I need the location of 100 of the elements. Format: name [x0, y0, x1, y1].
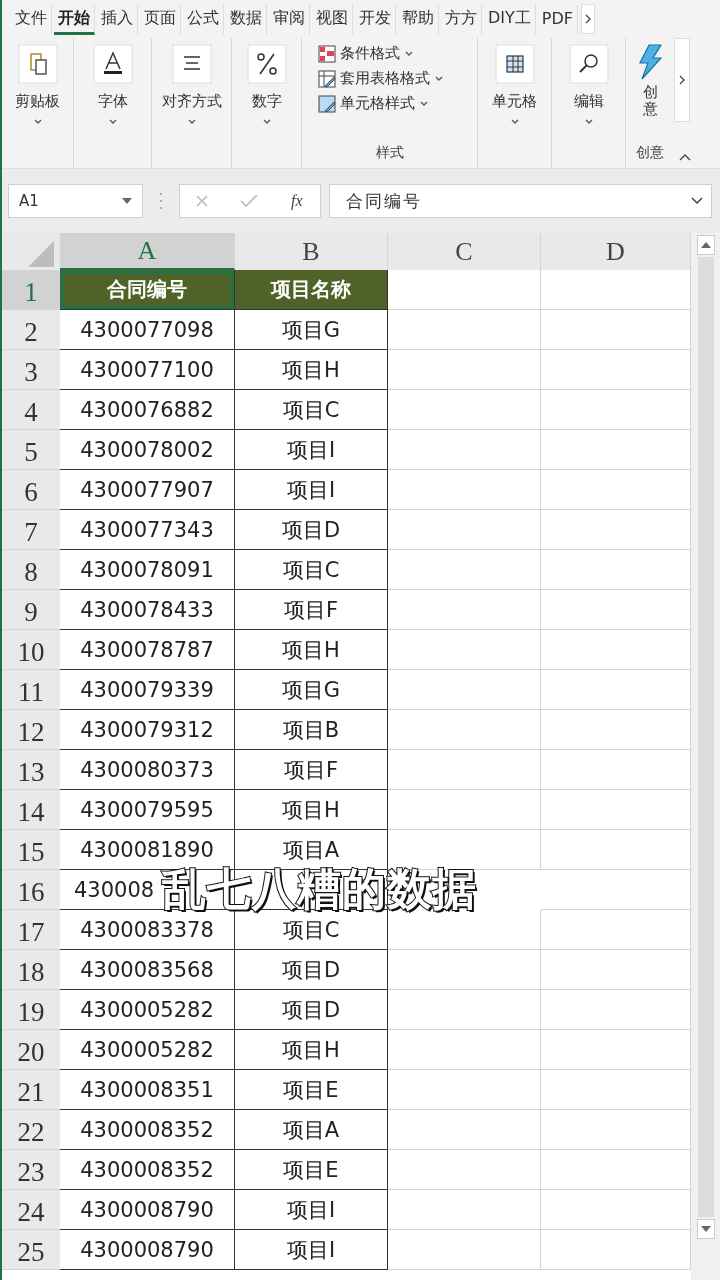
- ribbon-menu-button[interactable]: 单元格样式: [318, 94, 429, 113]
- ribbon-button[interactable]: 数字: [246, 44, 287, 125]
- row-header[interactable]: 13: [2, 750, 60, 790]
- row-header[interactable]: 5: [2, 430, 60, 470]
- table-cell: 4300077098: [60, 310, 235, 350]
- row-header[interactable]: 10: [2, 630, 60, 670]
- row-header[interactable]: 19: [2, 990, 60, 1030]
- search-icon: [568, 44, 609, 84]
- row-header[interactable]: 12: [2, 710, 60, 750]
- table-cell: 4300078091: [60, 550, 235, 590]
- ribbon-button[interactable]: 剪贴板: [15, 44, 60, 125]
- row-header[interactable]: 25: [2, 1230, 60, 1270]
- caret-icon: [404, 50, 414, 57]
- table-cell: 项目H: [235, 790, 388, 830]
- row-header[interactable]: 9: [2, 590, 60, 630]
- table-cell: 4300078433: [60, 590, 235, 630]
- table-cell: 项目I: [235, 470, 388, 510]
- table-cell: 合同编号: [60, 270, 235, 310]
- table-cell: 4300008352: [60, 1110, 235, 1150]
- scroll-up-icon[interactable]: [696, 235, 715, 255]
- scroll-down-icon[interactable]: [696, 1219, 715, 1239]
- row-header[interactable]: 24: [2, 1190, 60, 1230]
- font-icon: [92, 44, 133, 84]
- row-header[interactable]: 16: [2, 870, 60, 910]
- ribbon-tab[interactable]: 帮助: [398, 3, 439, 35]
- row-header[interactable]: 15: [2, 830, 60, 870]
- column-header[interactable]: A: [60, 233, 235, 270]
- table-cell: 项目B: [235, 710, 388, 750]
- caret-icon: [583, 117, 594, 125]
- table-cell: 项目H: [235, 1030, 388, 1070]
- name-box[interactable]: A1: [8, 184, 143, 218]
- table-cell: 项目H: [235, 630, 388, 670]
- collapse-ribbon-icon[interactable]: [678, 152, 692, 162]
- ribbon-tab[interactable]: 审阅: [269, 3, 310, 35]
- ribbon-tab[interactable]: 文件: [11, 3, 52, 35]
- ribbon-tab[interactable]: PDF: [537, 4, 578, 34]
- row-header[interactable]: 2: [2, 310, 60, 350]
- group-label: 样式: [375, 144, 404, 162]
- row-header[interactable]: 14: [2, 790, 60, 830]
- table-cell: 4300008351: [60, 1070, 235, 1110]
- table-cell: 项目D: [235, 990, 388, 1030]
- ribbon-tab[interactable]: DIY工: [484, 3, 536, 35]
- table-cell: 4300079595: [60, 790, 235, 830]
- ribbon-button[interactable]: 编辑: [568, 44, 609, 125]
- cancel-icon[interactable]: [195, 194, 210, 208]
- row-header[interactable]: 4: [2, 390, 60, 430]
- ribbon-menu-button[interactable]: 套用表格格式: [318, 69, 444, 88]
- ribbon-tab[interactable]: 公式: [183, 3, 224, 35]
- table-cell: 项目C: [235, 550, 388, 590]
- table-cell: 4300078787: [60, 630, 235, 670]
- row-header[interactable]: 7: [2, 510, 60, 550]
- row-header[interactable]: 21: [2, 1070, 60, 1110]
- table-cell: 项目I: [235, 1190, 388, 1230]
- row-header[interactable]: 3: [2, 350, 60, 390]
- table-cell: 项目C: [235, 390, 388, 430]
- row-header[interactable]: 20: [2, 1030, 60, 1070]
- row-header[interactable]: 22: [2, 1110, 60, 1150]
- column-header[interactable]: C: [388, 233, 541, 270]
- row-header[interactable]: 23: [2, 1150, 60, 1190]
- scroll-right-icon[interactable]: [581, 4, 595, 34]
- check-icon[interactable]: [240, 194, 259, 208]
- row-header[interactable]: 11: [2, 670, 60, 710]
- align-icon: [171, 44, 212, 84]
- table-cell: 4300078002: [60, 430, 235, 470]
- ribbon-button[interactable]: 字体: [92, 44, 133, 125]
- table-icon: [494, 44, 535, 84]
- table-cell: 项目E: [235, 1150, 388, 1190]
- table-cell: 4300077100: [60, 350, 235, 390]
- caret-icon: [186, 117, 197, 125]
- ribbon-menu-button[interactable]: 条件格式: [318, 44, 414, 63]
- scroll-right-icon[interactable]: [674, 38, 690, 122]
- ribbon-tab[interactable]: 开始: [54, 3, 95, 35]
- row-header[interactable]: 6: [2, 470, 60, 510]
- table-cell: 4300005282: [60, 990, 235, 1030]
- ribbon-tab[interactable]: 视图: [312, 3, 353, 35]
- table-cell: 4300008352: [60, 1150, 235, 1190]
- caret-icon: [261, 117, 272, 125]
- drag-handle-icon[interactable]: [159, 191, 163, 211]
- clipboard-icon: [17, 44, 58, 84]
- ribbon-button[interactable]: 创意: [637, 44, 663, 117]
- lightning-icon: [637, 44, 663, 80]
- formula-field[interactable]: 合同编号: [329, 184, 712, 218]
- ribbon-button[interactable]: 对齐方式: [161, 44, 222, 125]
- table-format-icon: [318, 69, 336, 88]
- row-header[interactable]: 8: [2, 550, 60, 590]
- ribbon-tab[interactable]: 开发: [355, 3, 396, 35]
- group-label: 创意: [636, 144, 664, 162]
- caret-icon: [32, 117, 43, 125]
- ribbon-tab[interactable]: 方方: [441, 3, 482, 35]
- ribbon-button[interactable]: 单元格: [492, 44, 537, 125]
- row-header[interactable]: 18: [2, 950, 60, 990]
- ribbon-tab[interactable]: 数据: [226, 3, 267, 35]
- expand-icon[interactable]: [691, 197, 703, 205]
- table-cell: 4300005282: [60, 1030, 235, 1070]
- ribbon-tab[interactable]: 页面: [140, 3, 181, 35]
- table-cell: 项目F: [235, 590, 388, 630]
- row-header[interactable]: 1: [2, 270, 60, 310]
- ribbon-tab[interactable]: 插入: [97, 3, 138, 35]
- row-header[interactable]: 17: [2, 910, 60, 950]
- insert-function-button[interactable]: fx: [289, 192, 305, 210]
